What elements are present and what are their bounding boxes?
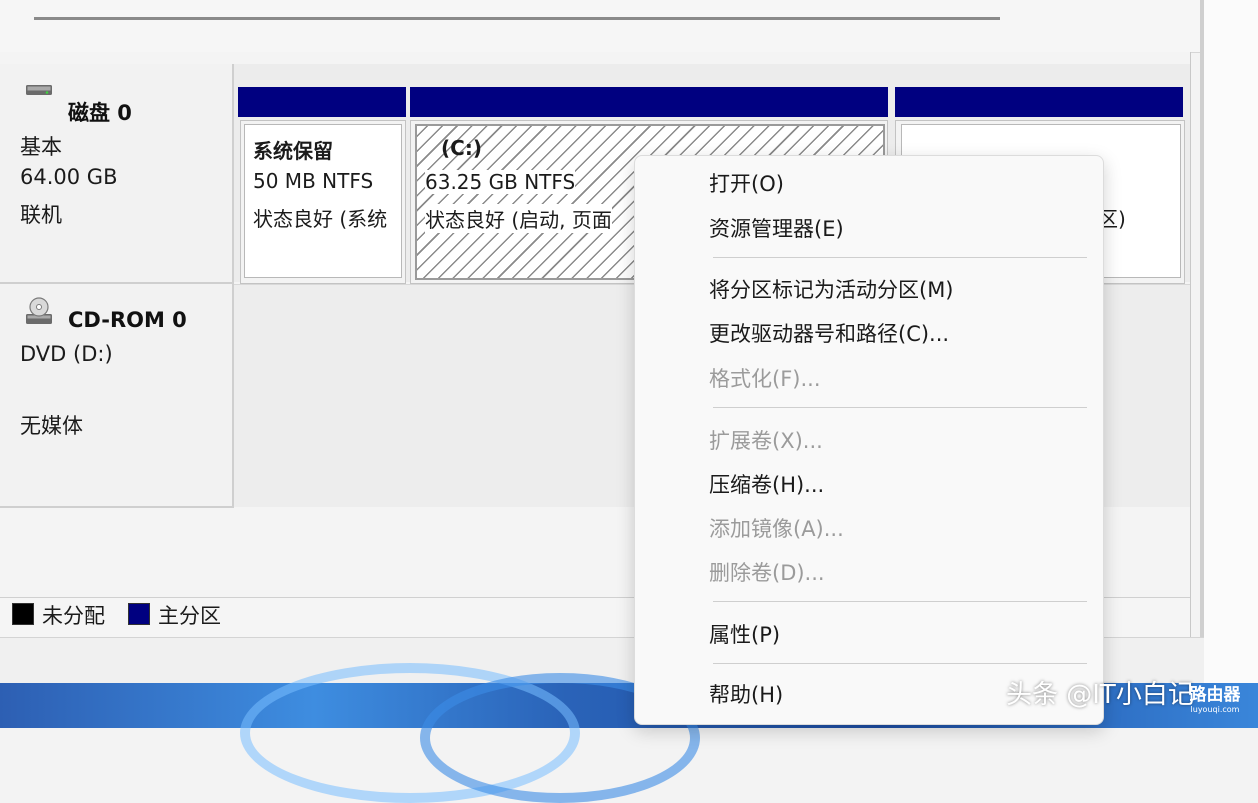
watermark-text: 头条 @IT小白记	[1006, 680, 1194, 710]
partition-system-reserved-body[interactable]: 系统保留 50 MB NTFS 状态良好 (系统	[244, 124, 402, 278]
top-strip	[0, 0, 1200, 53]
menu-item-extend-volume: 扩展卷(X)...	[709, 429, 823, 453]
background-area	[1204, 0, 1258, 728]
menu-item-properties[interactable]: 属性(P)	[709, 619, 780, 649]
menu-separator	[713, 407, 1087, 408]
menu-item-format: 格式化(F)...	[709, 367, 821, 391]
menu-separator	[713, 663, 1087, 664]
cd-rom-type: DVD (D:)	[20, 342, 113, 366]
partition-title: (C:)	[441, 136, 482, 160]
cd-rom-status: 无媒体	[20, 414, 83, 438]
partition-header-c	[410, 87, 888, 117]
menu-item-mark-active[interactable]: 将分区标记为活动分区(M)	[709, 274, 954, 304]
legend-label-primary: 主分区	[158, 604, 221, 628]
cd-rom-icon	[26, 297, 52, 324]
legend-swatch-unallocated	[12, 603, 34, 625]
cd-rom-name: CD-ROM 0	[68, 308, 187, 332]
scroll-divider	[34, 17, 1000, 20]
disk-type: 基本	[20, 135, 62, 159]
disk-size: 64.00 GB	[20, 165, 118, 189]
disk-0-label[interactable]: 磁盘 0 基本 64.00 GB 联机	[0, 64, 234, 284]
legend-swatch-primary	[128, 603, 150, 625]
menu-separator	[713, 601, 1087, 602]
menu-separator	[713, 257, 1087, 258]
partition-size: 50 MB NTFS	[253, 169, 374, 193]
disk-name: 磁盘 0	[68, 101, 132, 125]
legend-label-unallocated: 未分配	[42, 604, 105, 628]
partition-title: 系统保留	[253, 139, 333, 163]
partition-header-system-reserved	[238, 87, 406, 117]
context-menu: 打开(O) 资源管理器(E) 将分区标记为活动分区(M) 更改驱动器号和路径(C…	[634, 155, 1104, 725]
partition-status: 状态良好 (系统	[253, 207, 388, 231]
disk-status: 联机	[20, 203, 62, 227]
watermark-logo-text: 路由器	[1190, 684, 1240, 705]
partition-header-recovery	[895, 87, 1183, 117]
menu-item-delete-volume: 删除卷(D)...	[709, 561, 825, 585]
cd-rom-0-label[interactable]: CD-ROM 0 DVD (D:) 无媒体	[0, 284, 234, 508]
partition-size: 63.25 GB NTFS	[425, 170, 576, 194]
menu-item-change-drive-letter[interactable]: 更改驱动器号和路径(C)...	[709, 318, 949, 348]
partition-status: 状态良好 (启动, 页面	[425, 204, 612, 233]
watermark-logo-sub: luyouqi.com	[1191, 705, 1240, 714]
menu-item-add-mirror: 添加镜像(A)...	[709, 517, 844, 541]
menu-item-explorer[interactable]: 资源管理器(E)	[709, 213, 844, 243]
hard-disk-icon	[26, 85, 52, 95]
menu-item-help[interactable]: 帮助(H)	[709, 679, 783, 709]
menu-item-shrink-volume[interactable]: 压缩卷(H)...	[709, 469, 824, 499]
watermark-logo-icon: 路由器 luyouqi.com	[1190, 684, 1240, 714]
menu-item-open[interactable]: 打开(O)	[709, 168, 784, 198]
